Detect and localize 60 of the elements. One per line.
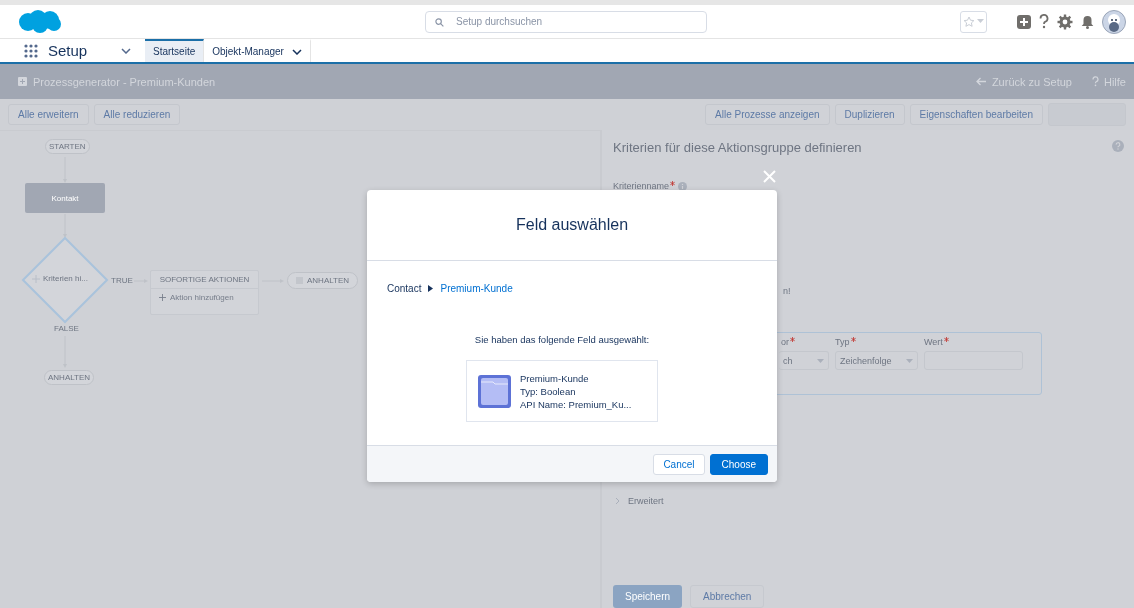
arrow-left-icon: [975, 77, 987, 86]
app-name: Setup: [48, 42, 88, 59]
advanced-toggle[interactable]: Erweitert: [615, 496, 664, 506]
panel-title: Kriterien für diese Aktionsgruppe definieren: [613, 140, 862, 155]
app-launcher-icon[interactable]: [24, 43, 38, 58]
info-icon: [678, 181, 688, 191]
cancel-button[interactable]: Cancel: [653, 453, 705, 475]
caret-icon: [906, 358, 913, 363]
nav-tab[interactable]: Objekt-Manager: [204, 39, 311, 62]
field-name: Premium-Kunde: [520, 372, 590, 384]
star-icon: [963, 15, 975, 28]
start-node: STARTEN: [45, 139, 90, 154]
plus-icon[interactable]: [1017, 14, 1031, 29]
notification-bell-icon[interactable]: [1081, 14, 1094, 29]
toolbar-button[interactable]: Alle Prozesse anzeigen: [705, 104, 830, 125]
toolbar-button[interactable]: Duplizieren: [834, 104, 905, 125]
stop-node: ANHALTEN: [44, 370, 95, 385]
selection-message: Sie haben das folgende Feld ausgewählt:: [474, 334, 650, 345]
triangle-right-icon: [428, 285, 434, 292]
modal-title: Feld auswählen: [515, 216, 629, 234]
add-criteria-label[interactable]: Kriterien hi...: [32, 274, 88, 283]
chevron-down-icon[interactable]: [121, 47, 131, 54]
field-label: Wert: [924, 337, 943, 347]
toolbar-button[interactable]: Eigenschaften bearbeiten: [909, 104, 1043, 125]
folder-icon: [478, 374, 511, 408]
hint-text: n!: [783, 286, 791, 296]
save-button[interactable]: Speichern: [613, 585, 683, 608]
add-action-link[interactable]: Aktion hinzufügen: [170, 293, 234, 302]
search-field[interactable]: Setup durchsuchen: [425, 10, 707, 33]
settings-icon[interactable]: [1057, 13, 1073, 30]
object-node[interactable]: Kontakt: [25, 183, 105, 213]
field-label: or: [781, 337, 789, 347]
toolbar-button[interactable]: Alle erweitern: [8, 104, 89, 125]
help-icon[interactable]: [1039, 14, 1049, 29]
field-label: Kriterienname: [613, 181, 670, 191]
process-icon: [18, 77, 27, 86]
nav-tab[interactable]: Startseite: [145, 39, 205, 62]
true-label: TRUE: [111, 276, 133, 285]
caret-icon: [817, 358, 824, 363]
breadcrumb-item[interactable]: Premium-Kunde: [440, 283, 513, 294]
avatar-icon[interactable]: [1102, 9, 1126, 34]
cloud-logo[interactable]: [18, 10, 63, 33]
chevron-right-icon: [615, 497, 620, 505]
plus-icon: [159, 294, 166, 301]
actions-header: SOFORTIGE AKTIONEN: [151, 271, 258, 289]
help-icon: [1092, 76, 1099, 87]
plus-icon: [32, 274, 40, 283]
operator-dropdown[interactable]: ch: [779, 351, 829, 370]
search-icon: [435, 17, 444, 27]
false-label: FALSE: [54, 324, 79, 333]
cancel-button[interactable]: Abbrechen: [690, 585, 765, 608]
breadcrumb-item[interactable]: Contact: [387, 283, 422, 294]
field-type: Typ: Boolean: [520, 385, 577, 397]
caret-icon: [977, 19, 984, 24]
toolbar-button[interactable]: Alle reduzieren: [93, 104, 181, 125]
type-dropdown[interactable]: Zeichenfolge: [835, 351, 918, 370]
field-label: Typ: [835, 337, 850, 347]
stop-node: ANHALTEN: [287, 272, 359, 289]
field-api-name: API Name: Premium_Ku...: [520, 398, 632, 410]
choose-button[interactable]: Choose: [709, 453, 768, 475]
